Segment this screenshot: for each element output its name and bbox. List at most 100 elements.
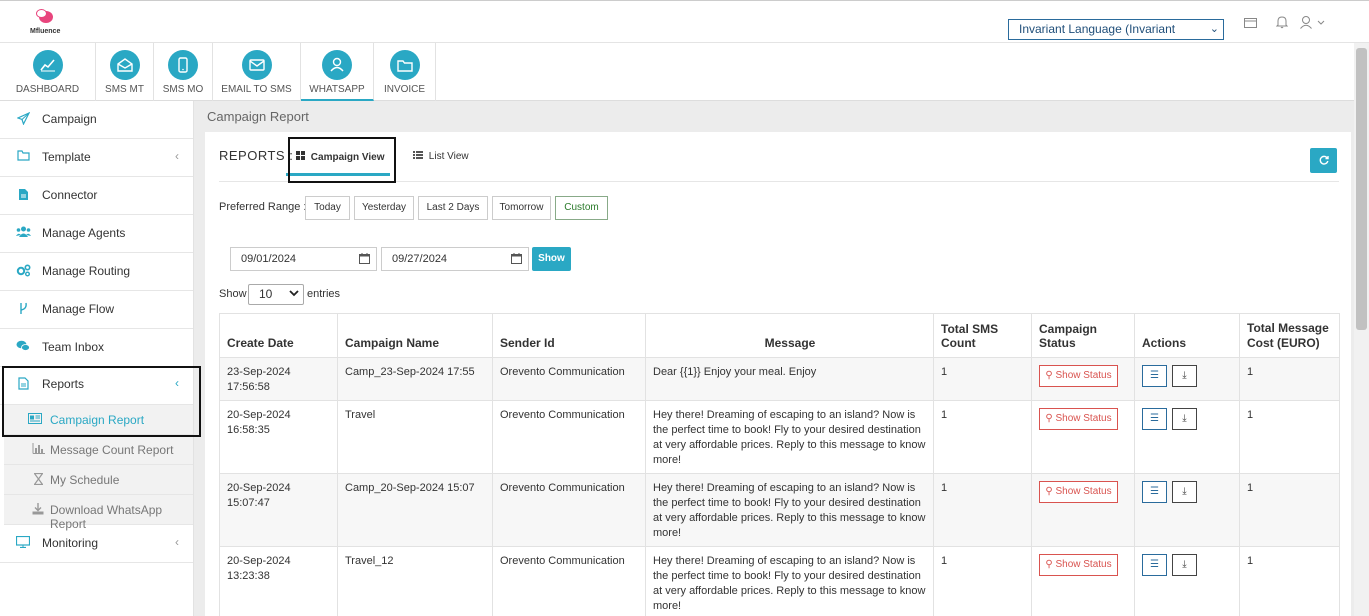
module-dashboard[interactable]: DASHBOARD bbox=[0, 43, 96, 101]
list-icon: ☰ bbox=[1150, 370, 1159, 381]
download-button[interactable]: ⤓ bbox=[1172, 365, 1197, 387]
chart-line-icon bbox=[32, 50, 63, 80]
module-invoice[interactable]: INVOICE bbox=[374, 43, 436, 101]
module-whatsapp[interactable]: WHATSAPP bbox=[301, 43, 374, 101]
column-header-sender-id[interactable]: Sender Id bbox=[492, 313, 646, 358]
range-tomorrow-button[interactable]: Tomorrow bbox=[492, 196, 551, 220]
cell-message: Dear {{1}} Enjoy your meal. Enjoy bbox=[645, 357, 934, 401]
view-details-button[interactable]: ☰ bbox=[1142, 408, 1167, 430]
date-to-value: 09/27/2024 bbox=[392, 253, 448, 265]
sidebar-subitem-label: My Schedule bbox=[50, 473, 120, 487]
sidebar-item-connector[interactable]: Connector bbox=[0, 177, 193, 215]
column-header-campaign-name[interactable]: Campaign Name bbox=[337, 313, 493, 358]
chevron-left-icon: ‹ bbox=[175, 535, 179, 549]
show-button[interactable]: Show bbox=[532, 247, 571, 271]
sidebar-subitem-label: Message Count Report bbox=[50, 443, 174, 457]
module-label: EMAIL TO SMS bbox=[221, 84, 292, 95]
download-button[interactable]: ⤓ bbox=[1172, 481, 1197, 503]
calendar-icon[interactable] bbox=[511, 248, 522, 272]
module-nav: DASHBOARD SMS MT SMS MO EMAIL TO SMS WHA… bbox=[0, 43, 1369, 101]
id-card-icon bbox=[28, 413, 42, 427]
cell-total-sms-count: 1 bbox=[933, 400, 1032, 474]
card-icon[interactable] bbox=[1244, 16, 1257, 32]
column-header-create-date[interactable]: Create Date bbox=[219, 313, 338, 358]
sidebar-item-team-inbox[interactable]: Team Inbox bbox=[0, 329, 193, 367]
cell-actions: ☰ ⤓ bbox=[1134, 357, 1240, 401]
cell-total-message-cost: 1 bbox=[1239, 473, 1340, 547]
tab-label: Campaign View bbox=[310, 152, 385, 163]
sidebar-item-campaign[interactable]: Campaign bbox=[0, 101, 193, 139]
column-header-total-message-cost[interactable]: Total Message Cost (EURO) bbox=[1239, 313, 1340, 358]
tab-list-view[interactable]: List View bbox=[413, 151, 469, 162]
campaign-report-table: Create Date Campaign Name Sender Id Mess… bbox=[219, 313, 1340, 616]
range-today-button[interactable]: Today bbox=[305, 196, 350, 220]
scrollbar-thumb[interactable] bbox=[1356, 48, 1367, 330]
logo-text: Mfluence bbox=[30, 28, 61, 35]
view-details-button[interactable]: ☰ bbox=[1142, 554, 1167, 576]
mfluence-logo[interactable]: Mfluence bbox=[28, 9, 68, 39]
show-status-button[interactable]: ⚲ Show Status bbox=[1039, 365, 1118, 387]
cell-actions: ☰ ⤓ bbox=[1134, 546, 1240, 616]
sidebar-item-label: Manage Flow bbox=[42, 302, 115, 316]
page-scrollbar[interactable] bbox=[1354, 43, 1369, 616]
sidebar-item-label: Monitoring bbox=[42, 536, 99, 550]
sidebar-item-label: Reports bbox=[42, 377, 85, 391]
sidebar-subitem-message-count-report[interactable]: Message Count Report bbox=[4, 435, 193, 465]
sidebar-item-manage-routing[interactable]: Manage Routing bbox=[0, 253, 193, 291]
sidebar-subitem-campaign-report[interactable]: Campaign Report bbox=[4, 405, 193, 435]
list-icon: ☰ bbox=[1150, 413, 1159, 424]
show-status-button[interactable]: ⚲ Show Status bbox=[1039, 408, 1118, 430]
document-icon bbox=[16, 188, 30, 202]
column-header-total-sms-count[interactable]: Total SMS Count bbox=[933, 313, 1032, 358]
user-icon[interactable] bbox=[1300, 16, 1326, 32]
download-button[interactable]: ⤓ bbox=[1172, 408, 1197, 430]
sidebar-item-reports[interactable]: Reports ‹ bbox=[0, 367, 193, 405]
entries-select[interactable]: 10 bbox=[248, 284, 304, 305]
date-to-input[interactable]: 09/27/2024 bbox=[381, 247, 529, 271]
module-email-to-sms[interactable]: EMAIL TO SMS bbox=[213, 43, 301, 101]
date-from-input[interactable]: 09/01/2024 bbox=[230, 247, 377, 271]
show-status-button[interactable]: ⚲ Show Status bbox=[1039, 481, 1118, 503]
show-status-label: Show Status bbox=[1055, 370, 1112, 381]
tab-campaign-view[interactable]: Campaign View bbox=[296, 151, 385, 163]
sidebar-item-template[interactable]: Template ‹ bbox=[0, 139, 193, 177]
table-header-row: Create Date Campaign Name Sender Id Mess… bbox=[219, 313, 1340, 358]
range-custom-button[interactable]: Custom bbox=[555, 196, 608, 220]
table-row: 20-Sep-2024 16:58:35 Travel Orevento Com… bbox=[219, 400, 1340, 474]
refresh-button[interactable] bbox=[1310, 148, 1337, 173]
preferred-range-label: Preferred Range : bbox=[219, 201, 307, 213]
sidebar-item-manage-agents[interactable]: Manage Agents bbox=[0, 215, 193, 253]
bell-icon[interactable] bbox=[1275, 16, 1289, 32]
range-yesterday-button[interactable]: Yesterday bbox=[354, 196, 414, 220]
list-icon: ☰ bbox=[1150, 559, 1159, 570]
sidebar-subitem-my-schedule[interactable]: My Schedule bbox=[4, 465, 193, 495]
sidebar: Campaign Template ‹ Connector Manage Age… bbox=[0, 101, 194, 616]
module-sms-mo[interactable]: SMS MO bbox=[154, 43, 213, 101]
folder-icon bbox=[389, 50, 420, 80]
user-icon bbox=[322, 50, 352, 80]
view-details-button[interactable]: ☰ bbox=[1142, 481, 1167, 503]
sidebar-subitem-download-whatsapp-report[interactable]: Download WhatsApp Report bbox=[4, 495, 193, 531]
column-header-campaign-status[interactable]: Campaign Status bbox=[1031, 313, 1135, 358]
sidebar-item-label: Connector bbox=[42, 188, 98, 202]
date-from-value: 09/01/2024 bbox=[241, 253, 297, 265]
cell-total-message-cost: 1 bbox=[1239, 400, 1340, 474]
range-last-2-days-button[interactable]: Last 2 Days bbox=[418, 196, 488, 220]
sidebar-item-label: Template bbox=[42, 150, 91, 164]
reports-label: REPORTS : bbox=[219, 148, 294, 163]
list-icon bbox=[413, 151, 426, 162]
sidebar-item-monitoring[interactable]: Monitoring ‹ bbox=[0, 525, 193, 563]
download-button[interactable]: ⤓ bbox=[1172, 554, 1197, 576]
calendar-icon[interactable] bbox=[359, 248, 370, 272]
mobile-icon bbox=[168, 50, 198, 80]
show-status-button[interactable]: ⚲ Show Status bbox=[1039, 554, 1118, 576]
cell-campaign-name: Travel_12 bbox=[337, 546, 493, 616]
chevron-left-icon: ‹ bbox=[175, 149, 179, 163]
envelope-icon bbox=[241, 50, 272, 80]
language-select[interactable]: Invariant Language (Invariant Country) ⌄ bbox=[1008, 19, 1224, 55]
cell-total-sms-count: 1 bbox=[933, 357, 1032, 401]
column-header-message[interactable]: Message bbox=[645, 313, 934, 358]
view-details-button[interactable]: ☰ bbox=[1142, 365, 1167, 387]
sidebar-item-manage-flow[interactable]: Manage Flow bbox=[0, 291, 193, 329]
module-sms-mt[interactable]: SMS MT bbox=[96, 43, 154, 101]
